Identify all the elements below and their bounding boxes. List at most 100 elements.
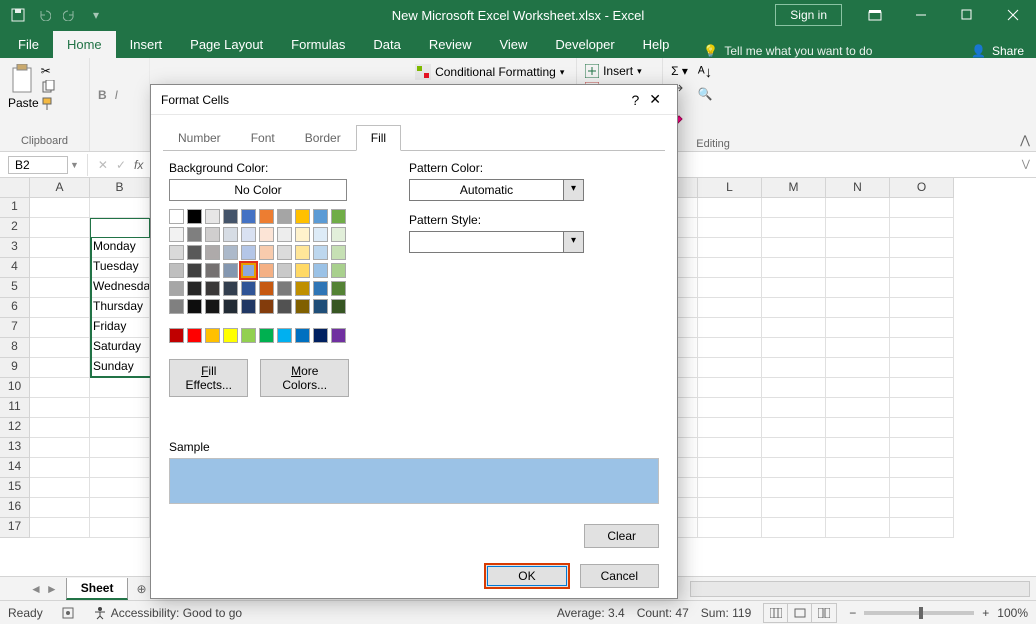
cell[interactable] (30, 458, 90, 478)
color-swatch[interactable] (241, 281, 256, 296)
cell[interactable] (762, 318, 826, 338)
dialog-titlebar[interactable]: Format Cells ? ✕ (151, 85, 677, 115)
color-swatch[interactable] (277, 328, 292, 343)
color-swatch[interactable] (223, 328, 238, 343)
accessibility-status[interactable]: Accessibility: Good to go (93, 606, 242, 620)
pattern-style-combo[interactable]: ▾ (409, 231, 584, 253)
color-swatch[interactable] (187, 281, 202, 296)
color-swatch[interactable] (169, 245, 184, 260)
color-swatch[interactable] (295, 263, 310, 278)
page-layout-view-button[interactable] (788, 604, 812, 622)
cell[interactable] (698, 278, 762, 298)
row-header[interactable]: 15 (0, 478, 30, 498)
cell[interactable] (826, 318, 890, 338)
color-swatch[interactable] (277, 299, 292, 314)
cell[interactable] (890, 438, 954, 458)
maximize-button[interactable] (944, 0, 990, 30)
tab-file[interactable]: File (4, 31, 53, 58)
cell[interactable] (30, 338, 90, 358)
cell[interactable] (90, 198, 150, 218)
color-swatch[interactable] (331, 299, 346, 314)
cell[interactable] (762, 458, 826, 478)
color-swatch[interactable] (331, 281, 346, 296)
name-box[interactable]: B2 (8, 156, 68, 174)
dialog-tab-border[interactable]: Border (290, 125, 356, 151)
macro-record-icon[interactable] (61, 606, 75, 620)
cell[interactable]: Friday (90, 318, 150, 338)
cell[interactable] (698, 358, 762, 378)
ok-button[interactable]: OK (484, 563, 569, 589)
color-swatch[interactable] (313, 281, 328, 296)
color-swatch[interactable] (205, 263, 220, 278)
normal-view-button[interactable] (764, 604, 788, 622)
cell[interactable] (698, 438, 762, 458)
row-header[interactable]: 11 (0, 398, 30, 418)
cell[interactable] (826, 238, 890, 258)
color-swatch[interactable] (187, 263, 202, 278)
cell[interactable] (826, 198, 890, 218)
color-swatch[interactable] (169, 209, 184, 224)
redo-icon[interactable] (60, 5, 80, 25)
sheet-nav-next-icon[interactable]: ► (46, 582, 58, 596)
color-swatch[interactable] (223, 263, 238, 278)
column-header[interactable]: B (90, 178, 150, 198)
row-header[interactable]: 14 (0, 458, 30, 478)
color-swatch[interactable] (277, 263, 292, 278)
cell[interactable]: Thursday (90, 298, 150, 318)
close-window-button[interactable] (990, 0, 1036, 30)
clear-button[interactable]: Clear (584, 524, 659, 548)
color-swatch[interactable] (331, 245, 346, 260)
color-swatch[interactable] (313, 227, 328, 242)
color-swatch[interactable] (241, 209, 256, 224)
cell[interactable] (698, 218, 762, 238)
dialog-close-button[interactable]: ✕ (643, 91, 667, 108)
color-swatch[interactable] (295, 299, 310, 314)
row-header[interactable]: 8 (0, 338, 30, 358)
row-header[interactable]: 2 (0, 218, 30, 238)
chevron-down-icon[interactable]: ▾ (564, 231, 584, 253)
cell[interactable] (890, 218, 954, 238)
cell[interactable] (90, 218, 150, 238)
color-swatch[interactable] (205, 328, 220, 343)
cell[interactable] (30, 278, 90, 298)
tab-page-layout[interactable]: Page Layout (176, 31, 277, 58)
color-swatch[interactable] (187, 299, 202, 314)
signin-button[interactable]: Sign in (775, 4, 842, 26)
cell[interactable] (30, 378, 90, 398)
color-swatch[interactable] (187, 227, 202, 242)
color-swatch[interactable] (313, 299, 328, 314)
cell[interactable] (890, 338, 954, 358)
cell[interactable] (826, 298, 890, 318)
row-header[interactable]: 1 (0, 198, 30, 218)
cell[interactable] (890, 418, 954, 438)
column-header[interactable]: L (698, 178, 762, 198)
qat-dropdown-icon[interactable]: ▾ (86, 5, 106, 25)
color-swatch[interactable] (187, 209, 202, 224)
cell[interactable] (30, 358, 90, 378)
color-swatch[interactable] (205, 245, 220, 260)
cell[interactable] (698, 458, 762, 478)
color-swatch[interactable] (259, 281, 274, 296)
color-swatch[interactable] (259, 245, 274, 260)
sheet-tab-active[interactable]: Sheet (66, 578, 129, 600)
more-colors-button[interactable]: More Colors... (260, 359, 349, 397)
color-swatch[interactable] (205, 209, 220, 224)
cell[interactable] (890, 238, 954, 258)
cell[interactable] (890, 258, 954, 278)
cell[interactable] (826, 338, 890, 358)
row-header[interactable]: 5 (0, 278, 30, 298)
cell[interactable] (762, 378, 826, 398)
autosum-icon[interactable]: Σ ▾ (671, 64, 688, 78)
cell[interactable] (890, 378, 954, 398)
row-header[interactable]: 7 (0, 318, 30, 338)
cell[interactable] (890, 458, 954, 478)
tab-insert[interactable]: Insert (116, 31, 177, 58)
chevron-down-icon[interactable]: ▾ (564, 179, 584, 201)
copy-icon[interactable] (41, 80, 55, 94)
sort-filter-icon[interactable]: ᴬ↓ (698, 64, 713, 81)
color-swatch[interactable] (169, 263, 184, 278)
cell[interactable] (30, 298, 90, 318)
cell[interactable] (826, 378, 890, 398)
cell[interactable] (890, 278, 954, 298)
cell[interactable] (698, 298, 762, 318)
